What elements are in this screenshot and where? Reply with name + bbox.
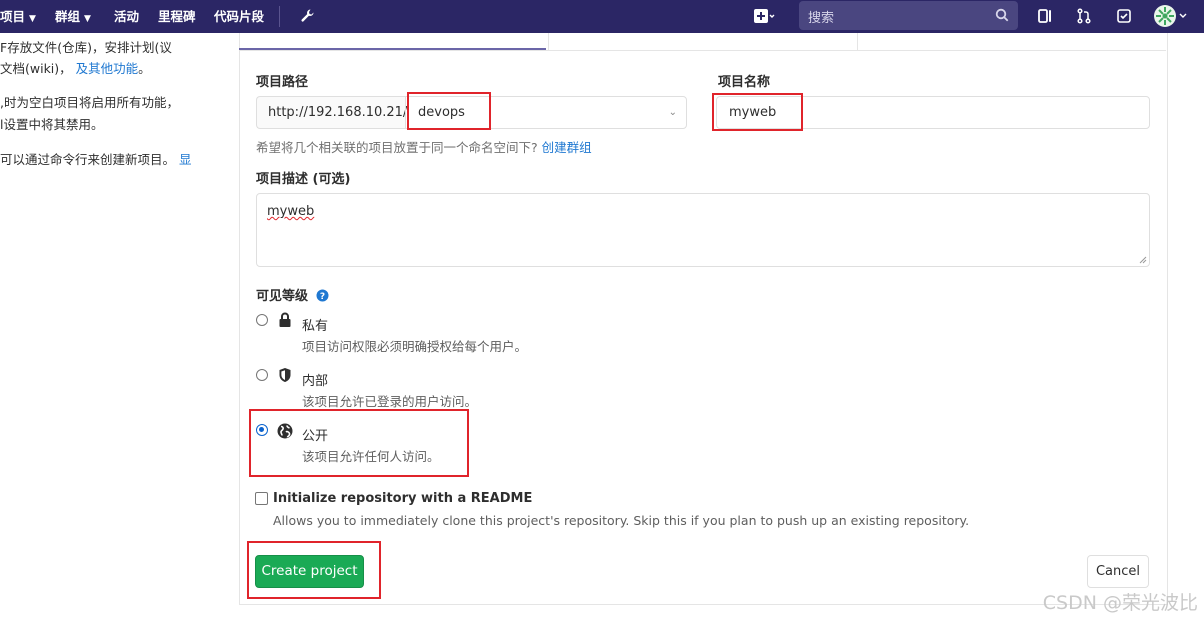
group-help-question: 希望将几个相关联的项目放置于同一个命名空间下?: [256, 140, 538, 155]
todo-check-icon[interactable]: [1114, 6, 1134, 26]
create-project-button[interactable]: Create project: [255, 555, 364, 588]
plus-square-icon[interactable]: [751, 6, 777, 26]
namespace-select[interactable]: devops ⌄: [405, 96, 687, 129]
tab-divider: [857, 33, 858, 50]
visibility-level-text: 可见等级: [256, 289, 309, 304]
cancel-button[interactable]: Cancel: [1087, 555, 1149, 588]
intro-line-2-text: 文档(wiki)，: [0, 61, 72, 76]
nav-projects[interactable]: 项目 ▼: [0, 0, 36, 33]
intro-line-5: 可以通过命令行来创建新项目。 显: [0, 149, 192, 168]
initialize-readme-help: Allows you to immediately clone this pro…: [273, 513, 970, 528]
group-help-text: 希望将几个相关联的项目放置于同一个命名空间下? 创建群组: [256, 137, 592, 156]
nav-milestones[interactable]: 里程碑: [158, 0, 196, 33]
initialize-readme-checkbox[interactable]: [255, 492, 268, 505]
nav-groups-label: 群组: [55, 9, 81, 24]
merge-request-icon[interactable]: [1074, 6, 1094, 26]
nav-activity[interactable]: 活动: [114, 0, 139, 33]
visibility-internal-radio[interactable]: [256, 369, 268, 381]
project-path-label: 项目路径: [256, 75, 309, 90]
initialize-readme-label[interactable]: Initialize repository with a README: [273, 491, 532, 506]
tab-blank-project[interactable]: [239, 33, 546, 50]
visibility-internal-description: 该项目允许已登录的用户访问。: [302, 394, 478, 409]
visibility-private-radio[interactable]: [256, 314, 268, 326]
wrench-icon[interactable]: [298, 6, 318, 26]
search-placeholder: 搜索: [808, 11, 835, 26]
search-icon: [995, 8, 1009, 26]
nav-groups[interactable]: 群组 ▼: [55, 0, 91, 33]
visibility-internal-title: 内部: [302, 374, 329, 389]
search-input[interactable]: 搜索: [799, 1, 1018, 30]
lock-icon: [279, 312, 291, 327]
watermark: CSDN @荣光波比: [1042, 592, 1198, 614]
nav-divider: [279, 6, 280, 27]
visibility-public-title: 公开: [302, 429, 329, 444]
visibility-private-description: 项目访问权限必须明确授权给每个用户。: [302, 339, 528, 354]
question-circle-icon[interactable]: ?: [316, 289, 329, 302]
shield-icon: [279, 368, 291, 382]
project-description-value: myweb: [267, 204, 315, 219]
chevron-down-icon: ▼: [29, 14, 36, 24]
show-command-link[interactable]: 显: [179, 152, 192, 167]
globe-icon: [277, 423, 293, 439]
intro-line-4: l设置中将其禁用。: [0, 117, 104, 132]
tab-divider: [548, 33, 549, 50]
visibility-public-description: 该项目允许任何人访问。: [302, 449, 440, 464]
project-description-label: 项目描述 (可选): [256, 172, 351, 187]
intro-line-5-text: 可以通过命令行来创建新项目。: [0, 152, 176, 167]
create-group-link[interactable]: 创建群组: [542, 140, 592, 155]
project-name-label: 项目名称: [718, 75, 771, 90]
intro-line-1: F存放文件(仓库)，安排计划(议: [0, 40, 172, 55]
svg-text:?: ?: [319, 292, 324, 302]
resize-handle-icon[interactable]: [1138, 255, 1147, 264]
project-description-textarea[interactable]: myweb: [256, 193, 1150, 267]
other-features-link[interactable]: 及其他功能: [76, 61, 139, 76]
project-name-field[interactable]: myweb: [716, 96, 1150, 129]
visibility-public-radio[interactable]: [256, 424, 268, 436]
project-path-prefix: http://192.168.10.21/: [256, 96, 407, 129]
intro-line-2-tail: 。: [138, 61, 151, 76]
visibility-level-label: 可见等级 ?: [256, 285, 329, 304]
avatar[interactable]: [1153, 4, 1189, 28]
project-name-value: myweb: [729, 105, 777, 120]
intro-line-2: 文档(wiki)， 及其他功能。: [0, 58, 151, 77]
sidebar-toggle-icon[interactable]: [1035, 6, 1055, 26]
chevron-down-icon: ▼: [84, 14, 91, 24]
project-type-tabs: [239, 33, 1166, 51]
intro-line-3: ,时为空白项目将启用所有功能，: [0, 95, 179, 110]
chevron-down-icon: ⌄: [668, 107, 677, 118]
top-navbar: 项目 ▼ 群组 ▼ 活动 里程碑 代码片段 搜索: [0, 0, 1204, 33]
nav-projects-label: 项目: [0, 9, 26, 24]
visibility-private-title: 私有: [302, 319, 329, 334]
namespace-value: devops: [418, 105, 465, 120]
nav-snippets[interactable]: 代码片段: [214, 0, 264, 33]
